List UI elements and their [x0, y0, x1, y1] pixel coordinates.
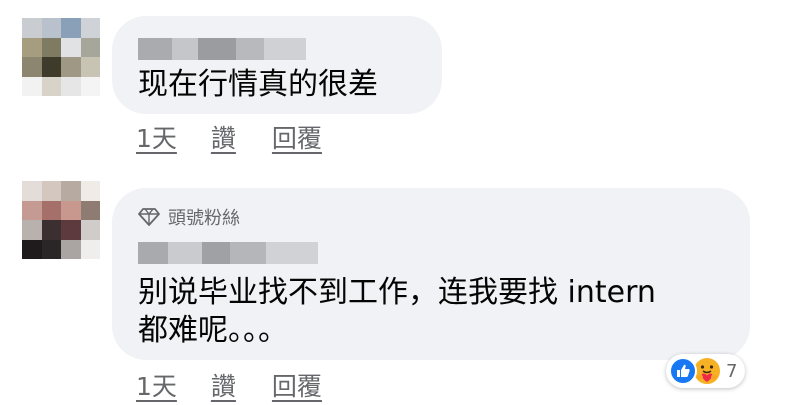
comment-bubble: 现在行情真的很差: [112, 16, 442, 114]
timestamp-link[interactable]: 1天: [136, 119, 177, 155]
comment-actions: 1天 讚 回覆: [136, 119, 322, 155]
comment-text: 现在行情真的很差: [138, 67, 378, 102]
comment-text-line-2: 都难呢。。。: [138, 313, 288, 348]
comment-actions: 1天 讚 回覆: [136, 367, 322, 403]
author-name-blurred[interactable]: [138, 242, 318, 264]
reaction-count: 7: [726, 360, 738, 382]
avatar[interactable]: [22, 18, 100, 96]
comment-text-line-1: 别说毕业找不到工作，连我要找 intern: [138, 275, 656, 310]
reaction-summary[interactable]: 7: [666, 354, 746, 388]
badge-label: 頭號粉絲: [168, 208, 240, 229]
timestamp-link[interactable]: 1天: [136, 367, 177, 403]
reply-button[interactable]: 回覆: [272, 367, 322, 403]
diamond-icon: [138, 208, 160, 226]
reply-button[interactable]: 回覆: [272, 119, 322, 155]
like-button[interactable]: 讚: [211, 367, 236, 403]
author-name-blurred[interactable]: [138, 38, 306, 60]
like-button[interactable]: 讚: [211, 119, 236, 155]
avatar[interactable]: [22, 181, 100, 259]
comment-bubble: 頭號粉絲 别说毕业找不到工作，连我要找 intern 都难呢。。。: [112, 188, 750, 360]
like-icon: [669, 357, 697, 385]
top-fan-badge: 頭號粉絲: [138, 204, 750, 230]
